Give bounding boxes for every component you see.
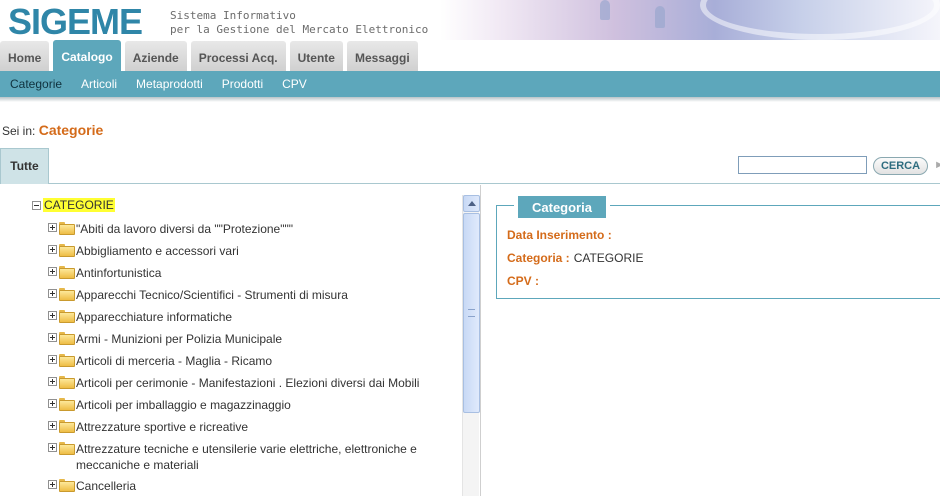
tree-scrollbar[interactable]	[462, 195, 480, 496]
folder-icon	[59, 376, 75, 389]
tree-item-label[interactable]: Apparecchiature informatiche	[76, 309, 232, 325]
filter-tab-tutte[interactable]: Tutte	[0, 148, 49, 184]
tree-item[interactable]: "Abiti da lavoro diversi da ""Protezione…	[48, 221, 460, 237]
tree-item[interactable]: Articoli per cerimonie - Manifestazioni …	[48, 375, 460, 391]
folder-icon	[59, 442, 75, 455]
folder-icon	[59, 222, 75, 235]
tree-item[interactable]: Apparecchi Tecnico/Scientifici - Strumen…	[48, 287, 460, 303]
tree-item[interactable]: Armi - Munizioni per Polizia Municipale	[48, 331, 460, 347]
expand-icon[interactable]	[48, 267, 57, 276]
app-root: SIGEME Sistema Informativo per la Gestio…	[0, 0, 940, 496]
tree-item[interactable]: Abbigliamento e accessori vari	[48, 243, 460, 259]
tree-item[interactable]: Antinfortunistica	[48, 265, 460, 281]
folder-icon	[59, 479, 75, 492]
tree-item[interactable]: Attrezzature tecniche e utensilerie vari…	[48, 441, 460, 473]
logo[interactable]: SIGEME	[8, 2, 143, 42]
main-tabs: Home Catalogo Aziende Processi Acq. Uten…	[0, 40, 422, 72]
tree-item[interactable]: Articoli di merceria - Maglia - Ricamo	[48, 353, 460, 369]
tree-item[interactable]: Articoli per imballaggio e magazzinaggio	[48, 397, 460, 413]
tree-item[interactable]: Apparecchiature informatiche	[48, 309, 460, 325]
tree-item[interactable]: Attrezzature sportive e ricreative	[48, 419, 460, 435]
subnav-prodotti[interactable]: Prodotti	[222, 71, 263, 97]
sub-navigation: Categorie Articoli Metaprodotti Prodotti…	[0, 71, 940, 97]
tab-aziende[interactable]: Aziende	[124, 41, 187, 72]
folder-icon	[59, 266, 75, 279]
expand-icon[interactable]	[48, 355, 57, 364]
banner-arc-decoration	[700, 0, 940, 40]
folder-icon	[59, 244, 75, 257]
expand-icon[interactable]	[48, 480, 57, 489]
tree-item-label[interactable]: Attrezzature sportive e ricreative	[76, 419, 248, 435]
tree-item-label[interactable]: Articoli per cerimonie - Manifestazioni …	[76, 375, 419, 391]
folder-icon	[59, 310, 75, 323]
breadcrumb: Sei in: Categorie	[2, 122, 103, 138]
tree-item-label[interactable]: Cancelleria	[76, 478, 136, 494]
scroll-up-arrow-icon[interactable]	[463, 195, 480, 212]
subnav-categorie[interactable]: Categorie	[10, 71, 62, 97]
expand-icon[interactable]	[48, 421, 57, 430]
header: SIGEME Sistema Informativo per la Gestio…	[0, 0, 940, 42]
field-label: Categoria :	[507, 251, 570, 265]
folder-icon	[59, 398, 75, 411]
expand-icon[interactable]	[48, 399, 57, 408]
tree-item-label[interactable]: Armi - Munizioni per Polizia Municipale	[76, 331, 282, 347]
folder-icon	[59, 420, 75, 433]
field-data-inserimento: Data Inserimento :	[507, 228, 616, 242]
logo-subtitle-line2: per la Gestione del Mercato Elettronico	[170, 23, 429, 36]
field-label: CPV :	[507, 274, 540, 288]
tree-item-label[interactable]: "Abiti da lavoro diversi da ""Protezione…	[76, 221, 293, 237]
subnav-cpv[interactable]: CPV	[282, 71, 307, 97]
filter-divider	[49, 183, 940, 184]
search-extra-icon[interactable]: ►	[934, 159, 940, 171]
tab-processi-acq[interactable]: Processi Acq.	[190, 41, 286, 72]
tree-item-label[interactable]: Antinfortunistica	[76, 265, 161, 281]
subnav-articoli[interactable]: Articoli	[81, 71, 117, 97]
field-label: Data Inserimento :	[507, 228, 612, 242]
search-input[interactable]	[738, 156, 867, 174]
search-button[interactable]: CERCA	[873, 157, 928, 175]
subnav-metaprodotti[interactable]: Metaprodotti	[136, 71, 203, 97]
expand-icon[interactable]	[48, 289, 57, 298]
tab-messaggi[interactable]: Messaggi	[346, 41, 418, 72]
tree-root-label[interactable]: CATEGORIE	[43, 198, 115, 212]
tree-root[interactable]: CATEGORIE	[32, 198, 115, 212]
header-banner-image	[440, 0, 940, 40]
tree-item-label[interactable]: Attrezzature tecniche e utensilerie vari…	[76, 441, 460, 473]
collapse-icon[interactable]	[32, 200, 41, 210]
expand-icon[interactable]	[48, 333, 57, 342]
tab-home[interactable]: Home	[0, 41, 50, 72]
breadcrumb-current: Categorie	[38, 122, 104, 138]
tab-utente[interactable]: Utente	[289, 41, 343, 72]
folder-icon	[59, 332, 75, 345]
tree-item-label[interactable]: Articoli per imballaggio e magazzinaggio	[76, 397, 291, 413]
folder-icon	[59, 354, 75, 367]
subnav-shadow	[0, 97, 940, 102]
field-value: CATEGORIE	[573, 251, 644, 265]
tree-item[interactable]: Cancelleria	[48, 478, 460, 494]
category-tree-panel: CATEGORIE "Abiti da lavoro diversi da ""…	[0, 185, 481, 496]
expand-icon[interactable]	[48, 311, 57, 320]
folder-icon	[59, 288, 75, 301]
logo-subtitle-line1: Sistema Informativo	[170, 9, 296, 22]
field-cpv: CPV :	[507, 274, 543, 288]
tree-item-label[interactable]: Apparecchi Tecnico/Scientifici - Strumen…	[76, 287, 348, 303]
expand-icon[interactable]	[48, 443, 57, 452]
logo-subtitle: Sistema Informativo per la Gestione del …	[170, 9, 428, 37]
expand-icon[interactable]	[48, 223, 57, 232]
banner-figure-icon	[600, 0, 610, 20]
tree-item-label[interactable]: Articoli di merceria - Maglia - Ricamo	[76, 353, 272, 369]
banner-figure-icon	[655, 6, 665, 28]
breadcrumb-prefix: Sei in:	[2, 124, 36, 138]
expand-icon[interactable]	[48, 377, 57, 386]
field-categoria: Categoria : CATEGORIE	[507, 251, 643, 265]
tab-catalogo[interactable]: Catalogo	[53, 40, 121, 72]
scroll-thumb[interactable]	[463, 213, 480, 413]
expand-icon[interactable]	[48, 245, 57, 254]
details-title: Categoria	[514, 196, 610, 218]
tree-item-label[interactable]: Abbigliamento e accessori vari	[76, 243, 239, 259]
